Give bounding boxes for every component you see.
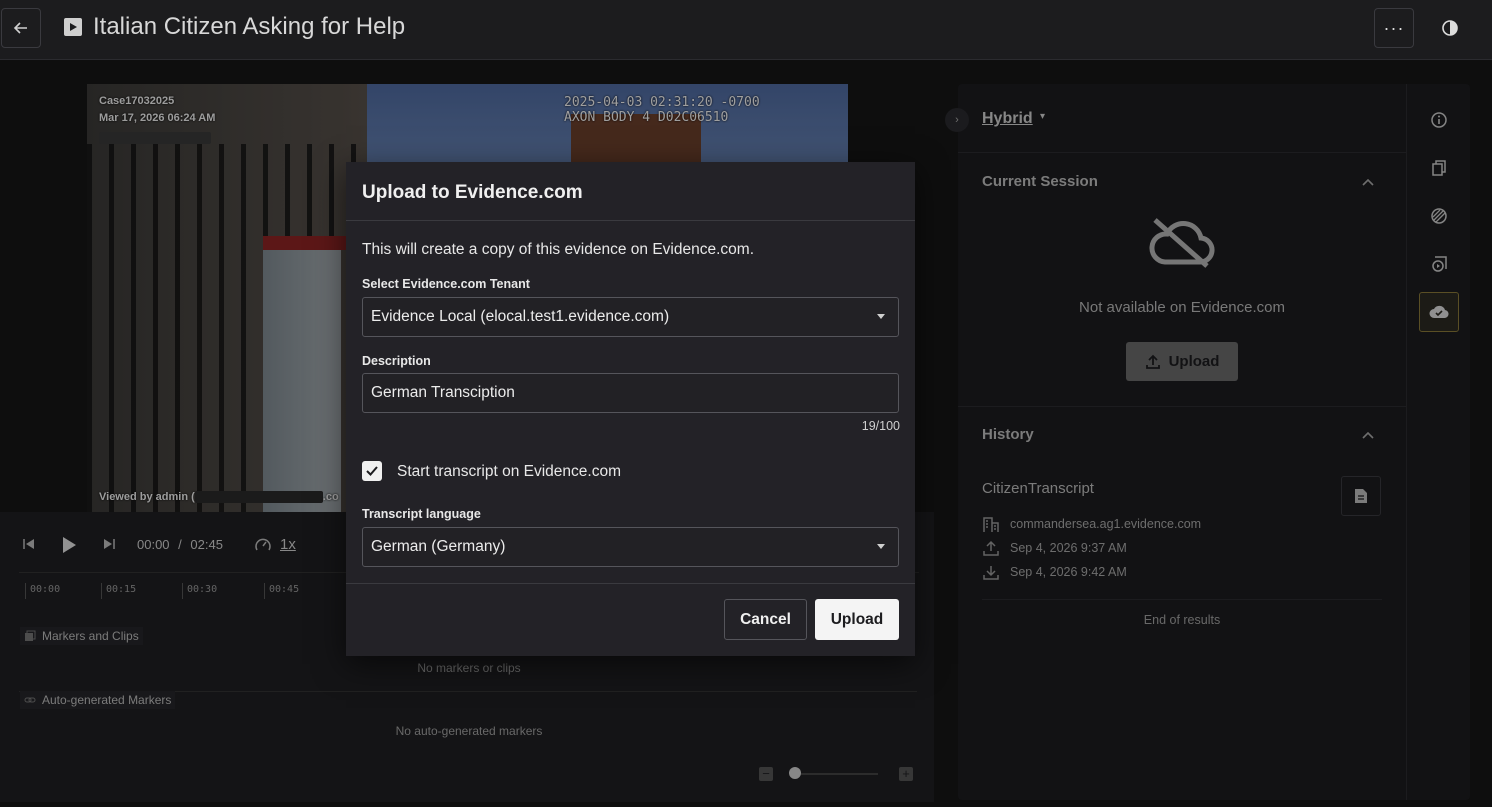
theme-toggle-button[interactable] <box>1430 8 1470 48</box>
side-upload-button[interactable]: Upload <box>1126 342 1238 381</box>
history-tenant-row: commandersea.ag1.evidence.com <box>982 515 1201 533</box>
document-icon <box>1355 489 1367 503</box>
timeline-tick: 00:30 <box>182 583 217 599</box>
upload-dialog: Upload to Evidence.com This will create … <box>346 162 915 656</box>
zoom-in-button[interactable]: + <box>899 767 913 781</box>
evidence-side-panel: Hybrid ▾ Current Session Not available o… <box>958 84 1406 800</box>
chevron-up-icon <box>1362 431 1374 439</box>
availability-status: Not available on Evidence.com <box>1079 299 1285 316</box>
contrast-icon <box>1442 20 1458 36</box>
page-title: Italian Citizen Asking for Help <box>93 13 406 40</box>
copy-tab[interactable] <box>1419 148 1459 188</box>
caret-down-icon <box>877 544 885 549</box>
time-separator: / <box>178 537 182 552</box>
clips-icon <box>25 630 36 641</box>
redaction-bar <box>99 132 211 144</box>
history-entry-name: CitizenTranscript <box>982 480 1094 497</box>
markers-empty-message: No markers or clips <box>417 661 521 675</box>
upload-icon <box>1145 354 1160 369</box>
language-label: Transcript language <box>362 507 481 521</box>
skip-back-icon <box>23 539 34 549</box>
end-of-results: End of results <box>1143 613 1221 627</box>
copy-icon <box>1432 160 1446 176</box>
camera-id: AXON BODY 4 D02C06510 <box>564 110 729 125</box>
step-forward-button[interactable] <box>102 538 116 553</box>
download-icon <box>983 566 999 580</box>
info-icon <box>1431 112 1447 128</box>
collapse-current-session-button[interactable] <box>1362 175 1374 189</box>
link-icon <box>24 697 36 703</box>
side-rail <box>1406 84 1470 800</box>
upload-button[interactable]: Upload <box>815 599 899 640</box>
dialog-description: This will create a copy of this evidence… <box>362 241 754 258</box>
ellipsis-icon: ··· <box>1383 17 1405 38</box>
character-count: 19/100 <box>861 419 900 433</box>
dialog-title: Upload to Evidence.com <box>362 182 583 203</box>
tenant-label: Select Evidence.com Tenant <box>362 277 530 291</box>
cloud-check-icon <box>1429 305 1449 319</box>
back-button[interactable] <box>1 8 41 48</box>
zoom-slider[interactable] <box>795 773 878 775</box>
chevron-up-icon <box>1362 178 1374 186</box>
collapse-history-button[interactable] <box>1362 428 1374 442</box>
more-options-button[interactable]: ··· <box>1374 8 1414 48</box>
clips-tab[interactable] <box>1419 244 1459 284</box>
language-select[interactable]: German (Germany) <box>362 527 899 567</box>
current-session-title: Current Session <box>982 173 1098 190</box>
playback-speed[interactable]: 1x <box>280 536 296 553</box>
viewed-by-prefix: Viewed by admin ( <box>99 491 195 503</box>
current-time: 00:00 <box>137 537 170 552</box>
cloud-off-icon <box>1149 216 1215 273</box>
date-overlay: Mar 17, 2026 06:24 AM <box>99 112 216 124</box>
timeline-tick: 00:45 <box>264 583 299 599</box>
redact-icon <box>1431 208 1447 224</box>
time-display: 00:00 / 02:45 <box>137 537 223 552</box>
zoom-out-button[interactable]: − <box>759 767 773 781</box>
collapse-panel-button[interactable]: › <box>945 108 969 132</box>
history-download-row: Sep 4, 2026 9:42 AM <box>982 563 1127 581</box>
timeline-tick: 00:00 <box>25 583 60 599</box>
evidence-upload-tab[interactable] <box>1419 292 1459 332</box>
viewed-by-suffix: .co <box>322 491 339 503</box>
video-file-icon <box>64 18 82 36</box>
cancel-button[interactable]: Cancel <box>724 599 807 640</box>
speedometer-icon <box>254 536 272 557</box>
history-upload-row: Sep 4, 2026 9:37 AM <box>982 539 1127 557</box>
auto-markers-track-label: Auto-generated Markers <box>20 691 176 709</box>
arrow-left-icon <box>13 22 27 34</box>
minus-icon: − <box>762 766 770 781</box>
timeline-tick: 00:15 <box>101 583 136 599</box>
media-icon <box>1432 256 1447 272</box>
zoom-slider-thumb[interactable] <box>789 767 801 779</box>
description-label: Description <box>362 354 431 368</box>
info-tab[interactable] <box>1419 100 1459 140</box>
play-icon <box>63 537 76 553</box>
chevron-right-icon: › <box>955 114 959 126</box>
duration: 02:45 <box>190 537 223 552</box>
mode-dropdown[interactable]: Hybrid <box>982 110 1033 128</box>
step-back-button[interactable] <box>22 538 36 553</box>
chevron-down-icon: ▾ <box>1040 111 1046 122</box>
app-header: Italian Citizen Asking for Help ··· <box>0 0 1492 60</box>
auto-markers-empty-message: No auto-generated markers <box>395 724 543 738</box>
start-transcript-checkbox[interactable] <box>362 461 382 481</box>
redaction-bar <box>194 491 323 504</box>
start-transcript-label[interactable]: Start transcript on Evidence.com <box>397 463 621 481</box>
markers-track-label: Markers and Clips <box>20 627 143 645</box>
caret-down-icon <box>877 314 885 319</box>
viewed-by-overlay: Viewed by admin ( .co <box>99 491 339 504</box>
redaction-tab[interactable] <box>1419 196 1459 236</box>
history-title: History <box>982 426 1034 443</box>
play-button[interactable] <box>61 536 77 557</box>
plus-icon: + <box>902 766 910 781</box>
skip-forward-icon <box>104 539 115 549</box>
camera-timestamp: 2025-04-03 02:31:20 -0700 <box>564 95 760 110</box>
checkmark-icon <box>366 466 378 476</box>
upload-icon <box>983 540 999 556</box>
description-input[interactable] <box>362 373 899 413</box>
tenant-select[interactable]: Evidence Local (elocal.test1.evidence.co… <box>362 297 899 337</box>
building-icon <box>983 517 999 532</box>
view-transcript-button[interactable] <box>1341 476 1381 516</box>
case-id-overlay: Case17032025 <box>99 95 175 107</box>
